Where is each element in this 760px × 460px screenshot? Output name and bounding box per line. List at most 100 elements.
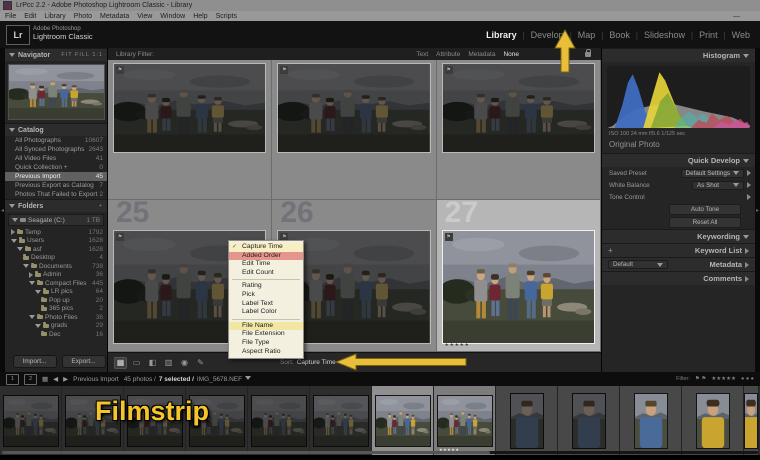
- grid-cell[interactable]: ⚑: [108, 60, 273, 200]
- menu-item-file-extension[interactable]: File Extension: [229, 330, 303, 339]
- export-button[interactable]: Export...: [61, 355, 106, 368]
- filmstrip-thumbnail[interactable]: [496, 386, 558, 455]
- folders-drive-row[interactable]: Seagate (C:) 1 TB: [8, 214, 104, 226]
- menu-item-edit-time[interactable]: Edit Time: [229, 260, 303, 269]
- auto-tone-button[interactable]: Auto Tone: [669, 204, 741, 215]
- folder-row[interactable]: Compact Files 445: [5, 279, 107, 288]
- histogram[interactable]: [607, 66, 750, 128]
- menu-item-aspect-ratio[interactable]: Aspect Ratio: [229, 348, 303, 357]
- add-keyword-button[interactable]: +: [608, 246, 613, 255]
- metadata-header[interactable]: Default Metadata: [602, 257, 755, 271]
- chevron-right-icon[interactable]: [747, 170, 751, 176]
- filmstrip-thumbnail[interactable]: [682, 386, 744, 455]
- compare-view-icon[interactable]: ◧: [146, 357, 159, 369]
- menu-item-edit-count[interactable]: Edit Count: [229, 269, 303, 278]
- forward-arrow-icon[interactable]: ▶: [63, 375, 68, 383]
- catalog-item-previous-import[interactable]: Previous Import 45: [5, 172, 107, 181]
- chevron-right-icon[interactable]: [747, 194, 751, 200]
- module-print[interactable]: Print: [699, 30, 718, 40]
- filmstrip-thumbnail[interactable]: [310, 386, 372, 455]
- catalog-item-all-synced[interactable]: All Synced Photographs 2643: [5, 145, 107, 154]
- menu-item-added-order[interactable]: Added Order: [229, 251, 303, 261]
- folder-row[interactable]: Admin 36: [5, 271, 107, 280]
- grid-view-icon[interactable]: ▦: [114, 356, 127, 369]
- grid-cell[interactable]: ⚑: [272, 60, 437, 200]
- filmstrip-source[interactable]: Previous Import: [73, 376, 119, 383]
- folder-row[interactable]: asf 1628: [5, 245, 107, 254]
- module-library[interactable]: Library: [486, 30, 517, 40]
- filmstrip-thumbnail[interactable]: [620, 386, 682, 455]
- menu-item-rating[interactable]: Rating: [229, 282, 303, 291]
- minimize-button[interactable]: —: [733, 13, 740, 20]
- loupe-view-icon[interactable]: ▭: [130, 357, 143, 369]
- catalog-item-failed-export[interactable]: Photos That Failed to Export 2: [5, 190, 107, 199]
- color-filter-icons[interactable]: ● ● ●: [741, 376, 754, 382]
- filter-metadata[interactable]: Metadata: [468, 51, 495, 58]
- people-view-icon[interactable]: ◉: [178, 357, 191, 369]
- filter-text[interactable]: Text: [416, 51, 428, 58]
- catalog-item-quick-collection[interactable]: Quick Collection + 0: [5, 163, 107, 172]
- right-panel-collapse[interactable]: ▸: [755, 48, 760, 372]
- folder-row[interactable]: Users 1628: [5, 237, 107, 246]
- folder-row[interactable]: Desktop 4: [5, 254, 107, 263]
- filmstrip-thumbnail[interactable]: [558, 386, 620, 455]
- catalog-item-previous-export[interactable]: Previous Export as Catalog 7: [5, 181, 107, 190]
- folder-row[interactable]: Dec 16: [5, 330, 107, 339]
- add-folder-button[interactable]: +: [99, 203, 103, 209]
- filmstrip-filter[interactable]: Filter: ⚑ ⚑ ★★★★★ ● ● ●: [676, 376, 754, 382]
- back-arrow-icon[interactable]: ◀: [53, 375, 58, 383]
- catalog-item-all-video[interactable]: All Video Files 41: [5, 154, 107, 163]
- comments-header[interactable]: Comments: [602, 271, 755, 285]
- menu-library[interactable]: Library: [44, 13, 65, 20]
- folder-row[interactable]: Documents 738: [5, 262, 107, 271]
- folder-row[interactable]: Pop up 20: [5, 296, 107, 305]
- histogram-header[interactable]: Histogram: [602, 48, 755, 62]
- keyword-list-header[interactable]: + Keyword List: [602, 243, 755, 257]
- catalog-header[interactable]: Catalog: [5, 123, 107, 136]
- menu-window[interactable]: Window: [160, 13, 185, 20]
- star-rating[interactable]: ★★★★★: [445, 342, 470, 348]
- keywording-header[interactable]: Keywording: [602, 229, 755, 243]
- metadata-preset-dropdown[interactable]: Default: [608, 260, 668, 269]
- menu-item-label-color[interactable]: Label Color: [229, 308, 303, 317]
- filter-attribute[interactable]: Attribute: [436, 51, 460, 58]
- menu-edit[interactable]: Edit: [24, 13, 36, 20]
- module-slideshow[interactable]: Slideshow: [644, 30, 685, 40]
- flag-filter-icons[interactable]: ⚑ ⚑: [695, 376, 706, 382]
- folders-header[interactable]: Folders +: [5, 199, 107, 212]
- grid-cell[interactable]: ⚑: [436, 60, 601, 200]
- grid-cell-selected[interactable]: 27 ⚑ ★★★★★: [436, 196, 601, 352]
- grid-shortcut-icon[interactable]: ▦: [42, 375, 48, 383]
- folder-row[interactable]: 365 pics 2: [5, 305, 107, 314]
- filmstrip-scrollbar[interactable]: [2, 451, 758, 454]
- flag-icon[interactable]: ⚑: [116, 233, 124, 241]
- folder-row[interactable]: LR pics 64: [5, 288, 107, 297]
- saved-preset-dropdown[interactable]: Default Settings: [680, 168, 744, 178]
- folder-row[interactable]: grads 29: [5, 322, 107, 331]
- menu-help[interactable]: Help: [193, 13, 207, 20]
- filmstrip-breadcrumb[interactable]: 45 photos / 7 selected / IMG_5678.NEF: [124, 375, 252, 383]
- white-balance-dropdown[interactable]: As Shot: [692, 180, 744, 190]
- menu-item-file-type[interactable]: File Type: [229, 339, 303, 348]
- menu-item-label-text[interactable]: Label Text: [229, 300, 303, 309]
- quick-develop-header[interactable]: Quick Develop: [602, 153, 755, 167]
- menu-file[interactable]: File: [5, 13, 16, 20]
- filmstrip-thumbnail[interactable]: [744, 386, 759, 455]
- filmstrip-thumbnail-selected[interactable]: ★★★★★: [434, 386, 496, 455]
- second-window-icon[interactable]: 2: [24, 373, 37, 385]
- reset-all-button[interactable]: Reset All: [669, 217, 741, 228]
- menu-photo[interactable]: Photo: [74, 13, 92, 20]
- catalog-item-all-photographs[interactable]: All Photographs 10607: [5, 136, 107, 145]
- menu-item-file-name[interactable]: File Name: [229, 321, 303, 331]
- import-button[interactable]: Import...: [12, 355, 57, 368]
- chevron-right-icon[interactable]: [747, 182, 751, 188]
- navigator-zoom-options[interactable]: FIT FILL 1:1: [61, 52, 103, 58]
- filmstrip-thumbnail[interactable]: [0, 386, 62, 455]
- painter-icon[interactable]: ✎: [194, 357, 207, 369]
- menu-scripts[interactable]: Scripts: [216, 13, 237, 20]
- filter-none[interactable]: None: [503, 51, 519, 58]
- filmstrip-thumbnail[interactable]: [248, 386, 310, 455]
- flag-icon[interactable]: ⚑: [280, 66, 289, 74]
- folder-row[interactable]: Temp 1792: [5, 228, 107, 237]
- scrollbar-handle[interactable]: [2, 451, 490, 454]
